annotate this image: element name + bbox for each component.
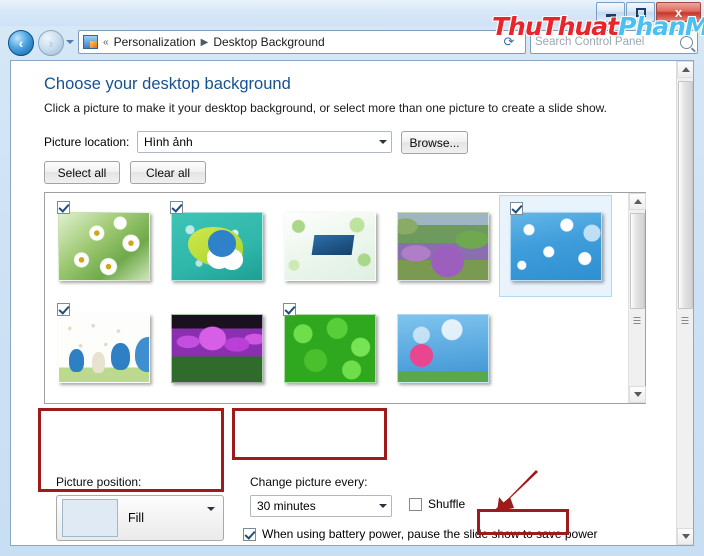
wallpaper-checkbox-green-clover[interactable] <box>283 303 296 316</box>
watermark-part-2: PhanMem <box>618 12 704 41</box>
wallpaper-grid <box>44 192 646 404</box>
wallpaper-cell-purple-wisteria[interactable] <box>160 297 273 399</box>
back-button[interactable]: ‹ <box>8 30 34 56</box>
page-scrollbar[interactable] <box>676 61 693 545</box>
chevron-down-icon[interactable] <box>374 496 391 516</box>
picture-location-label: Picture location: <box>44 135 130 149</box>
wallpaper-cell-wisteria-garden[interactable] <box>386 195 499 297</box>
breadcrumb-desktop-background[interactable]: Desktop Background <box>210 35 327 49</box>
wallpaper-thumbnail-laptop-leaves[interactable] <box>283 211 376 281</box>
page-scroll-up-button[interactable] <box>677 61 693 78</box>
grid-scroll-grip-icon <box>633 317 641 324</box>
wallpaper-grid-scrollbar[interactable] <box>628 193 646 403</box>
page-title: Choose your desktop background <box>44 75 291 93</box>
change-picture-every-label: Change picture every: <box>250 475 368 489</box>
address-bar[interactable]: « Personalization ▶ Desktop Background <box>78 30 526 54</box>
picture-location-value: Hình ảnh <box>144 135 193 149</box>
wallpaper-thumbnail-blue-bear[interactable] <box>170 211 263 281</box>
clear-all-button[interactable]: Clear all <box>130 161 206 184</box>
personalization-icon <box>83 35 98 49</box>
personalization-window: x ‹ › « Personalization ▶ Desktop Backgr… <box>0 0 704 556</box>
chevron-down-icon[interactable] <box>207 507 215 525</box>
wallpaper-thumbnail-wisteria-garden[interactable] <box>396 211 489 281</box>
content-pane: Choose your desktop background Click a p… <box>10 60 694 546</box>
grid-scroll-down-button[interactable] <box>629 386 646 403</box>
page-scroll-down-button[interactable] <box>677 528 693 545</box>
breadcrumb-prefix: « <box>103 36 109 48</box>
wallpaper-checkbox-daisies[interactable] <box>57 201 70 214</box>
wallpaper-thumbnail-purple-wisteria[interactable] <box>170 313 263 383</box>
wallpaper-cell-blue-bear[interactable] <box>160 195 273 297</box>
battery-pause-checkbox[interactable] <box>243 528 256 541</box>
fill-preview-thumbnail <box>62 499 118 537</box>
site-watermark: ThuThuatPhanMem.vn <box>492 12 704 41</box>
wallpaper-cell-pink-flower-sky[interactable] <box>386 297 499 399</box>
page-scrollbar-thumb[interactable] <box>678 81 693 309</box>
back-arrow-icon: ‹ <box>18 35 24 51</box>
history-dropdown-icon[interactable] <box>66 40 74 44</box>
chevron-right-icon: ▶ <box>200 36 209 48</box>
picture-position-label: Picture position: <box>56 475 142 489</box>
picture-position-dropdown[interactable]: Fill <box>56 495 224 541</box>
wallpaper-thumbnail-green-clover[interactable] <box>283 313 376 383</box>
wallpaper-thumbnail-daisies[interactable] <box>57 211 150 281</box>
grid-scroll-up-button[interactable] <box>629 193 646 210</box>
wallpaper-checkbox-penguins[interactable] <box>57 303 70 316</box>
wallpaper-cell-green-clover[interactable] <box>273 297 386 399</box>
picture-location-dropdown[interactable]: Hình ảnh <box>137 131 392 153</box>
forward-arrow-icon: › <box>48 35 54 51</box>
red-annotation-arrow <box>492 470 538 512</box>
battery-pause-label: When using battery power, pause the slid… <box>262 527 598 541</box>
wallpaper-cell-penguins[interactable] <box>47 297 160 399</box>
wallpaper-thumbnail-pink-flower-sky[interactable] <box>396 313 489 383</box>
shuffle-label: Shuffle <box>428 497 466 511</box>
shuffle-checkbox[interactable] <box>409 498 422 511</box>
picture-position-value: Fill <box>128 511 144 525</box>
select-all-button[interactable]: Select all <box>44 161 120 184</box>
wallpaper-cell-laptop-leaves[interactable] <box>273 195 386 297</box>
wallpaper-thumbnail-blue-sky-flowers[interactable] <box>509 211 602 281</box>
wallpaper-cell-blue-sky-flowers[interactable] <box>499 195 612 297</box>
change-picture-every-value: 30 minutes <box>257 499 316 513</box>
watermark-part-1: ThuThuat <box>492 12 619 41</box>
page-subtitle: Click a picture to make it your desktop … <box>44 101 607 115</box>
wallpaper-cell-daisies[interactable] <box>47 195 160 297</box>
breadcrumb-personalization[interactable]: Personalization <box>111 35 199 49</box>
wallpaper-thumbnail-penguins[interactable] <box>57 313 150 383</box>
wallpaper-checkbox-blue-sky-flowers[interactable] <box>510 202 523 215</box>
page-scroll-grip-icon <box>681 317 689 324</box>
forward-button[interactable]: › <box>38 30 64 56</box>
wallpaper-grid-items <box>45 193 628 403</box>
grid-scrollbar-thumb[interactable] <box>630 213 645 309</box>
chevron-down-icon[interactable] <box>374 132 391 152</box>
wallpaper-checkbox-blue-bear[interactable] <box>170 201 183 214</box>
browse-button[interactable]: Browse... <box>401 131 468 154</box>
change-picture-every-dropdown[interactable]: 30 minutes <box>250 495 392 517</box>
